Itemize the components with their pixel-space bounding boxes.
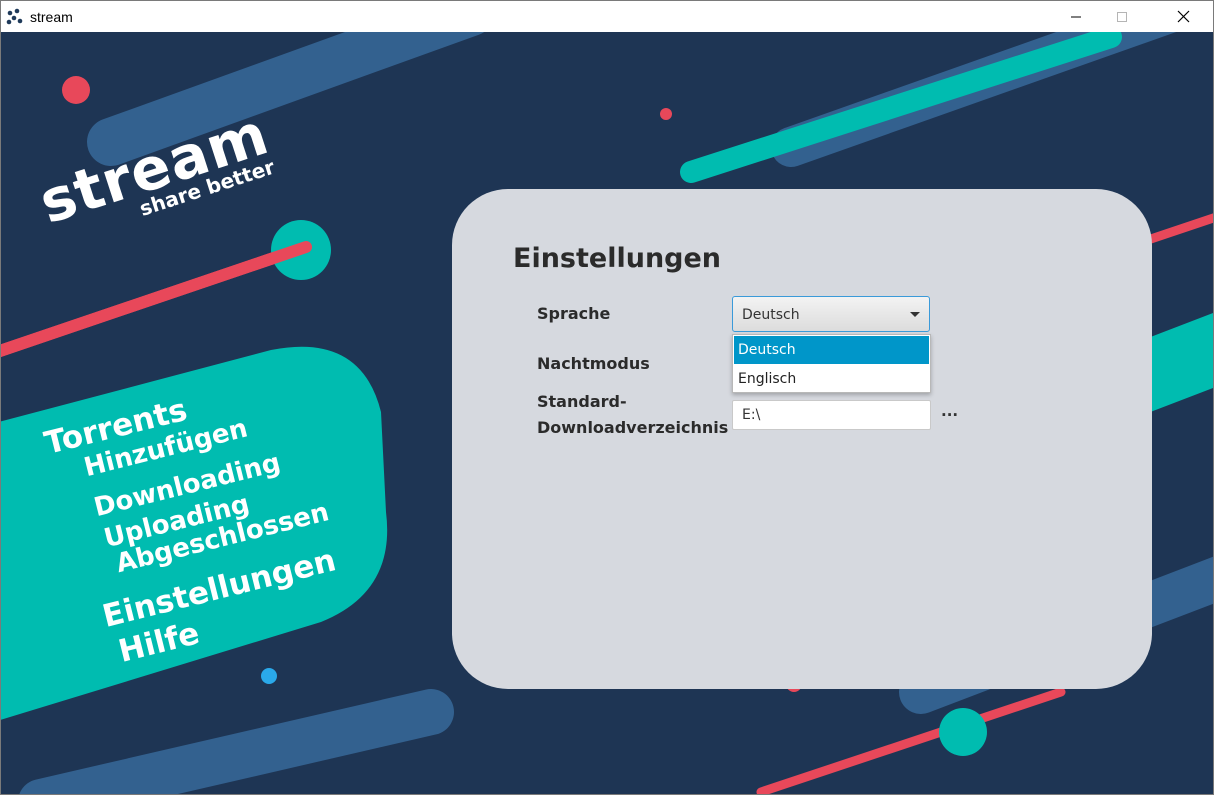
browse-folder-button[interactable]: ... bbox=[941, 402, 958, 420]
app-window: stream stream share better Torrents Hinz… bbox=[0, 0, 1214, 795]
maximize-button[interactable] bbox=[1099, 1, 1145, 32]
language-label: Sprache bbox=[537, 304, 611, 323]
close-icon bbox=[1177, 10, 1189, 23]
chevron-down-icon bbox=[910, 312, 920, 317]
download-dir-input[interactable]: E:\ bbox=[732, 400, 931, 430]
window-title: stream bbox=[30, 9, 73, 25]
main-canvas: stream share better Torrents Hinzufügen … bbox=[1, 32, 1213, 794]
close-button[interactable] bbox=[1160, 1, 1206, 32]
stream-app-icon bbox=[6, 8, 23, 25]
maximize-icon bbox=[1117, 11, 1127, 22]
download-dir-label-line2: Downloadverzeichnis bbox=[537, 418, 729, 437]
page-title: Einstellungen bbox=[513, 243, 722, 274]
language-option-english[interactable]: Englisch bbox=[734, 365, 929, 393]
download-dir-label-line1: Standard- bbox=[537, 392, 627, 411]
settings-panel: Einstellungen Sprache Deutsch Deutsch En… bbox=[452, 189, 1152, 689]
language-dropdown-list: Deutsch Englisch bbox=[732, 334, 931, 393]
language-select[interactable]: Deutsch bbox=[732, 296, 930, 332]
minimize-icon bbox=[1071, 16, 1081, 17]
night-mode-label: Nachtmodus bbox=[537, 354, 650, 373]
title-bar: stream bbox=[1, 1, 1213, 32]
minimize-button[interactable] bbox=[1053, 1, 1099, 32]
language-select-value: Deutsch bbox=[742, 307, 800, 323]
language-option-german[interactable]: Deutsch bbox=[734, 336, 929, 364]
